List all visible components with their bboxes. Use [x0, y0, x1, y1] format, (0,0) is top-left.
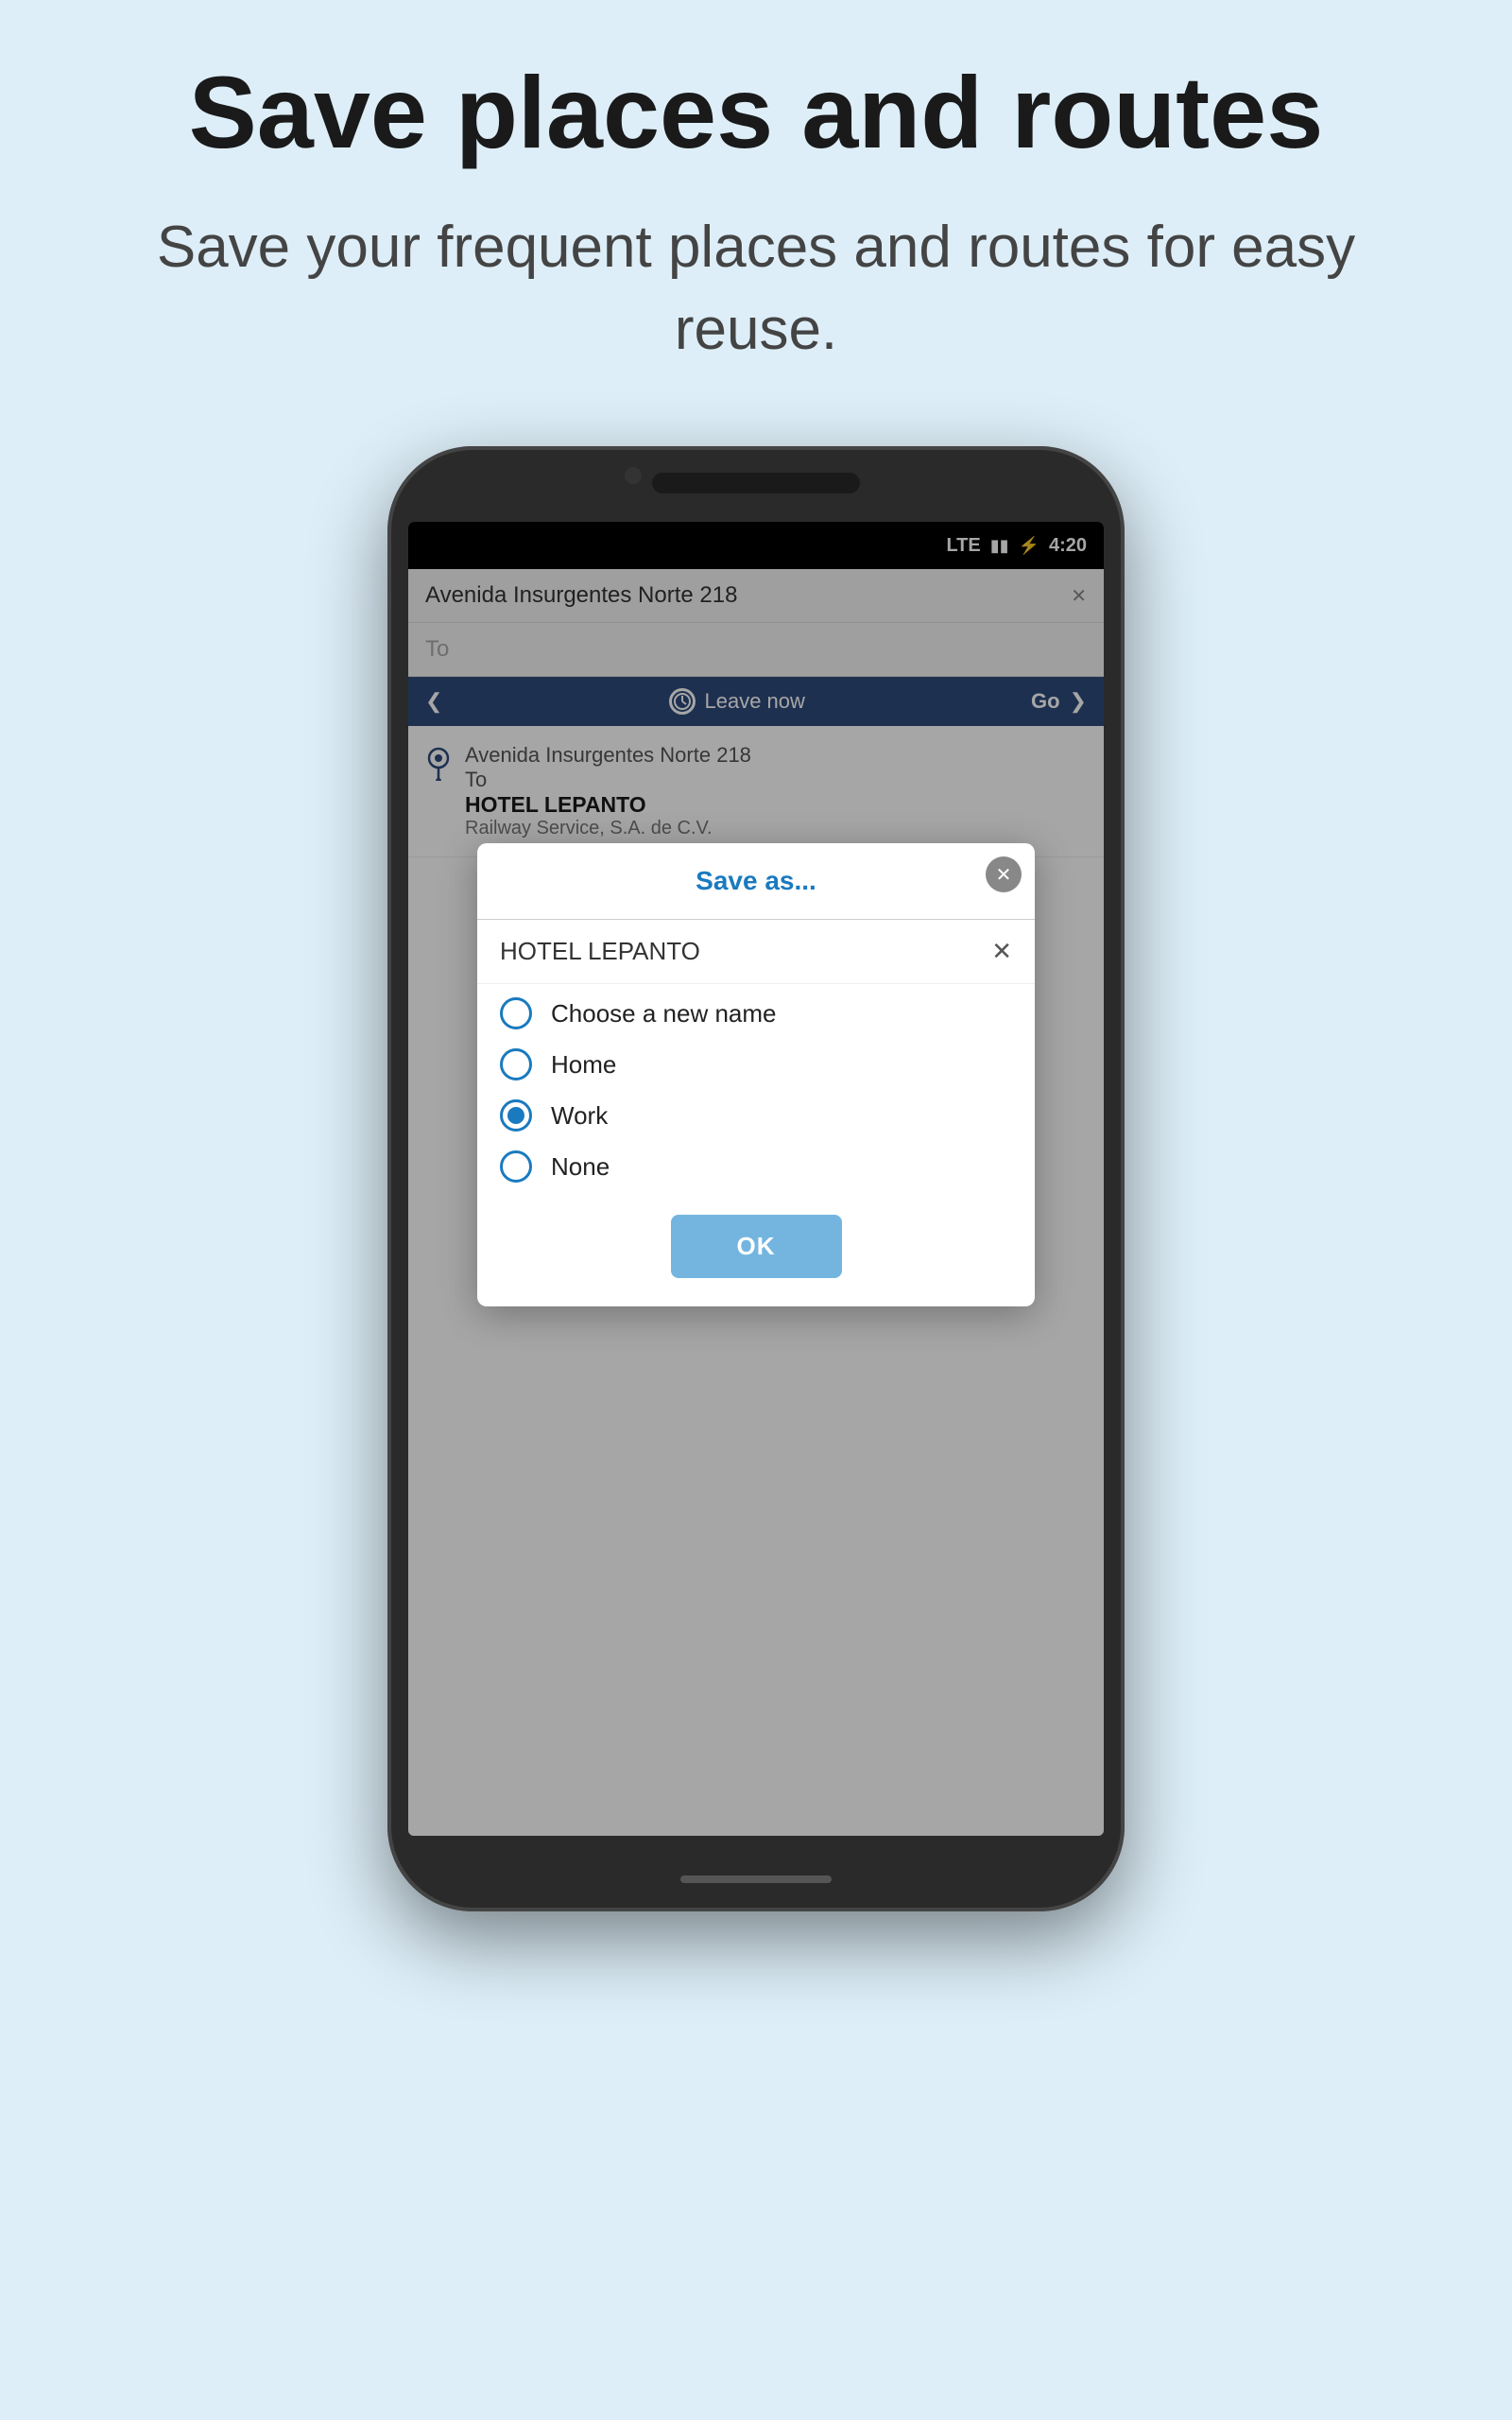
radio-choose-new-name-circle	[500, 997, 532, 1029]
modal-input-row[interactable]: HOTEL LEPANTO ✕	[477, 920, 1035, 984]
modal-header: Save as... ✕	[477, 843, 1035, 920]
modal-input-value: HOTEL LEPANTO	[500, 937, 700, 966]
phone-screen: LTE ▮▮ ⚡ 4:20 Avenida Insurgentes Norte …	[408, 522, 1104, 1836]
radio-group: Choose a new name Home Work	[477, 984, 1035, 1196]
modal-title: Save as...	[696, 866, 816, 896]
page-subtitle: Save your frequent places and routes for…	[0, 207, 1512, 372]
radio-choose-new-name-label: Choose a new name	[551, 999, 776, 1028]
radio-home-circle	[500, 1048, 532, 1080]
radio-none-label: None	[551, 1152, 610, 1182]
modal-close-button[interactable]: ✕	[986, 856, 1022, 892]
modal-input-clear-icon[interactable]: ✕	[991, 937, 1012, 966]
modal-overlay: Save as... ✕ HOTEL LEPANTO ✕ Choose a ne…	[408, 522, 1104, 1836]
radio-home[interactable]: Home	[500, 1048, 1012, 1080]
radio-work-label: Work	[551, 1101, 608, 1131]
page-title: Save places and routes	[113, 57, 1400, 169]
modal-ok-button[interactable]: OK	[671, 1215, 842, 1278]
modal-close-icon: ✕	[996, 863, 1012, 887]
phone-device: LTE ▮▮ ⚡ 4:20 Avenida Insurgentes Norte …	[387, 446, 1125, 1911]
radio-home-label: Home	[551, 1050, 616, 1080]
radio-work[interactable]: Work	[500, 1099, 1012, 1132]
save-as-modal: Save as... ✕ HOTEL LEPANTO ✕ Choose a ne…	[477, 843, 1035, 1306]
radio-work-inner	[507, 1107, 524, 1124]
radio-choose-new-name[interactable]: Choose a new name	[500, 997, 1012, 1029]
radio-none-circle	[500, 1150, 532, 1183]
home-indicator	[680, 1876, 832, 1883]
radio-work-circle	[500, 1099, 532, 1132]
radio-none[interactable]: None	[500, 1150, 1012, 1183]
